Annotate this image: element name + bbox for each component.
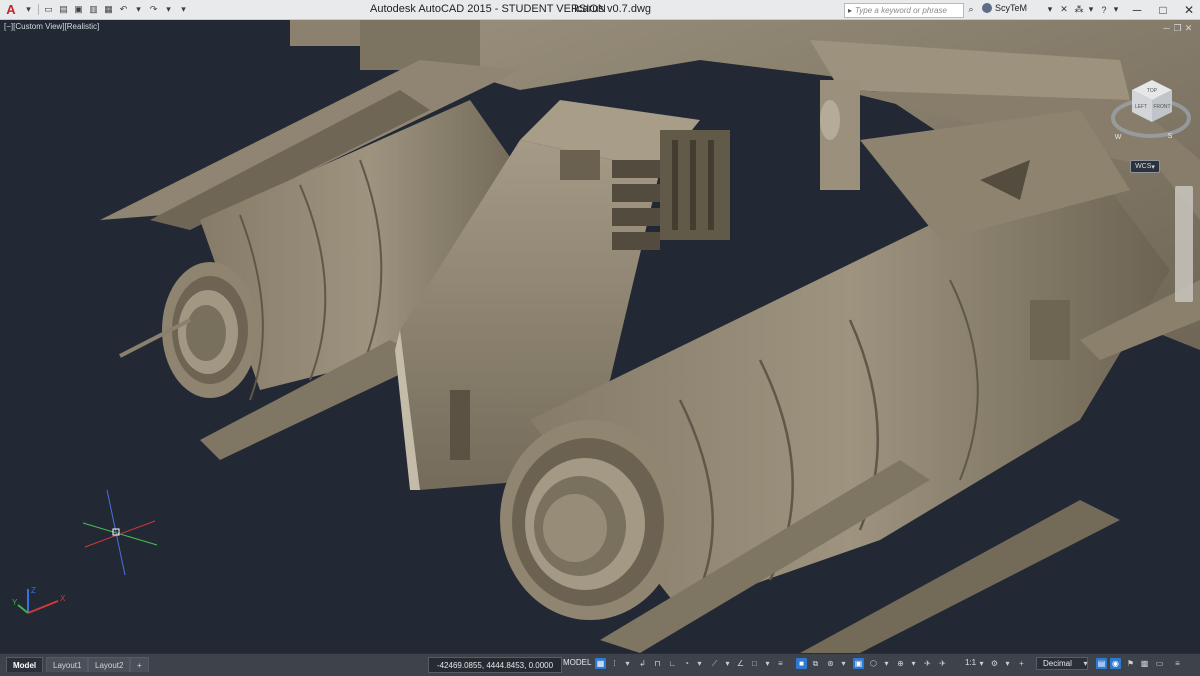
search-input[interactable] [855,5,955,16]
viewcube-front-label: FRONT [1153,104,1170,110]
quick-properties-icon[interactable]: ▤ [1096,658,1107,669]
grid-display-icon[interactable]: ▦ [595,658,606,669]
isodraft-dropdown-icon[interactable]: ▾ [722,658,733,669]
undo-icon[interactable]: ↶ [117,4,130,16]
transparency-icon[interactable]: ■ [796,658,807,669]
app-menu-dropdown-icon[interactable]: ▾ [22,4,35,16]
redo-dropdown-icon[interactable]: ▾ [162,4,175,16]
snap-mode-icon[interactable]: ⁞ [609,658,620,669]
customize-qat-icon[interactable]: ▾ [177,4,190,16]
units-value: Decimal [1043,659,1072,668]
annotation-scale-dropdown-icon[interactable]: ▾ [976,658,987,669]
dynamic-ucs-icon[interactable]: ▣ [853,658,864,669]
selection-cycling-icon[interactable]: ⧉ [810,658,821,669]
compass-west-label: W [1115,134,1122,141]
viewport-minimize-icon[interactable]: ─ [1162,23,1171,33]
hardware-acceleration-icon[interactable]: ▩ [1139,658,1150,669]
undo-dropdown-icon[interactable]: ▾ [132,4,145,16]
selection-filtering-icon[interactable]: ⬡ [868,658,879,669]
wcs-menu[interactable]: WCS ▾ [1130,160,1160,173]
annotation-scale[interactable]: 1:1 [965,658,976,667]
viewcube-left-label: LEFT [1135,104,1147,110]
infer-constraints-icon[interactable]: ↲ [637,658,648,669]
wcs-dropdown-icon: ▾ [1151,163,1155,171]
snap-dropdown-icon[interactable]: ▾ [622,658,633,669]
user-icon [982,3,992,13]
title-bar: A ▾ ▭ ▤ ▣ ▥ ▦ ↶ ▾ ↷ ▾ ▾ Autodesk AutoCAD… [0,0,1200,20]
help-icon[interactable]: ? [1098,3,1110,16]
ucs-x-label: X [60,594,66,603]
open-file-icon[interactable]: ▤ [57,4,70,16]
polar-dropdown-icon[interactable]: ▾ [694,658,705,669]
crosshair-cursor [82,489,158,576]
auto-scale-icon[interactable]: ✈ [937,658,948,669]
tab-layout2[interactable]: Layout2 [88,657,131,672]
workspace-switching-icon[interactable]: ⚙ [989,658,1000,669]
stay-connected-dropdown-icon[interactable]: ▾ [1086,3,1096,16]
quick-access-toolbar: A ▾ ▭ ▤ ▣ ▥ ▦ ↶ ▾ ↷ ▾ ▾ [2,2,190,17]
print-icon[interactable]: ▦ [102,4,115,16]
coordinate-readout[interactable]: -42469.0855, 4444.8453, 0.0000 [428,657,562,673]
lock-ui-icon[interactable]: ◉ [1110,658,1121,669]
polar-tracking-icon[interactable]: ◔ [681,658,692,669]
dynamic-input-icon[interactable]: ⊓ [652,658,663,669]
status-bar: Model Layout1 Layout2 + -42469.0855, 444… [0,653,1200,676]
viewport-close-icon[interactable]: ✕ [1184,23,1193,34]
workspace-dropdown-icon[interactable]: ▾ [1002,658,1013,669]
tab-model[interactable]: Model [6,657,44,672]
gizmo-icon[interactable]: ⊕ [895,658,906,669]
ucs-z-label: Z [31,586,36,595]
search-box[interactable]: ▸ [844,3,964,18]
model-space-toggle[interactable]: MODEL [563,658,591,667]
3d-snap-dropdown-icon[interactable]: ▾ [838,658,849,669]
object-snap-tracking-icon[interactable]: ∠ [735,658,746,669]
3d-object-snap-icon[interactable]: ⊛ [825,658,836,669]
user-signin[interactable]: ScyTeM [982,3,1027,13]
units-dropdown-icon[interactable]: ▾ [1080,658,1091,669]
new-file-icon[interactable]: ▭ [42,4,55,16]
user-name: ScyTeM [995,3,1028,13]
tab-new-layout[interactable]: + [130,657,149,672]
user-dropdown-icon[interactable]: ▾ [1045,3,1055,16]
file-title: Icarus v0.7.dwg [574,3,652,15]
filter-dropdown-icon[interactable]: ▾ [881,658,892,669]
stay-connected-icon[interactable]: ⁂ [1073,3,1085,16]
customization-icon[interactable]: ≡ [1172,658,1183,669]
lineweight-icon[interactable]: ≡ [775,658,786,669]
close-icon[interactable]: ✕ [1176,0,1200,19]
drawing-viewport[interactable]: [−][Custom View][Realistic] ─ ❐ ✕ TOP LE… [0,20,1200,653]
help-dropdown-icon[interactable]: ▾ [1111,3,1121,16]
wcs-label: WCS [1135,163,1152,170]
compass-south-label: S [1168,133,1173,140]
exchange-apps-icon[interactable]: ✕ [1058,3,1070,16]
search-icon[interactable]: ⌕ [965,3,977,16]
navigation-bar[interactable] [1175,186,1193,302]
gizmo-dropdown-icon[interactable]: ▾ [908,658,919,669]
annotation-monitor-icon[interactable]: + [1016,658,1027,669]
save-as-icon[interactable]: ▥ [87,4,100,16]
isolate-objects-icon[interactable]: ⚑ [1125,658,1136,669]
viewport-controls-label[interactable]: [−][Custom View][Realistic] [4,22,99,31]
viewcube[interactable]: TOP LEFT FRONT S W [1108,60,1194,150]
ucs-y-label: Y [12,598,18,607]
save-icon[interactable]: ▣ [72,4,85,16]
ortho-mode-icon[interactable]: ∟ [667,658,678,669]
clean-screen-icon[interactable]: ▭ [1154,658,1165,669]
annotation-visibility-icon[interactable]: ✈ [922,658,933,669]
tab-layout1[interactable]: Layout1 [46,657,89,672]
isodraft-icon[interactable]: ⟋ [709,658,720,669]
viewcube-top-label: TOP [1147,88,1158,94]
app-title: Autodesk AutoCAD 2015 - STUDENT VERSION [370,3,606,15]
spaceship-model [100,20,1200,653]
minimize-icon[interactable]: ─ [1124,0,1150,19]
redo-icon[interactable]: ↷ [147,4,160,16]
maximize-icon[interactable]: □ [1150,0,1176,19]
object-snap-icon[interactable]: □ [749,658,760,669]
search-expand-icon[interactable]: ▸ [845,6,855,15]
viewport-restore-icon[interactable]: ❐ [1173,23,1182,34]
object-snap-dropdown-icon[interactable]: ▾ [762,658,773,669]
autocad-logo-icon[interactable]: A [2,2,20,17]
ucs-icon[interactable]: Z X Y [10,583,70,625]
